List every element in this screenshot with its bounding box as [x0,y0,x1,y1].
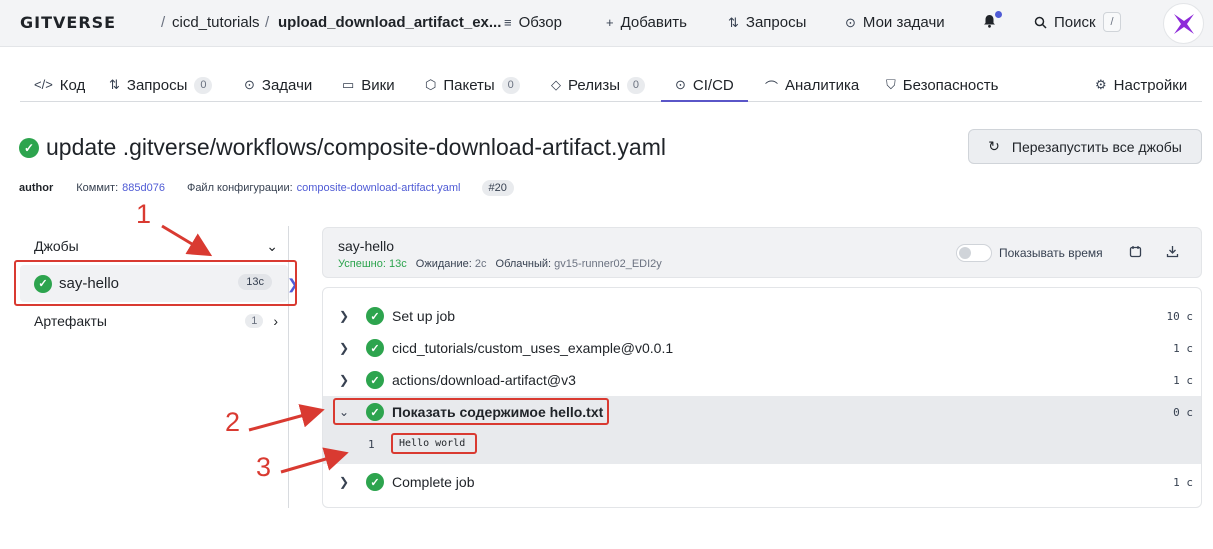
annotation-arrow-3 [280,447,349,474]
annotation-arrow-1 [161,224,213,257]
annotation-arrow-2 [248,404,325,432]
annotation-arrows [161,224,349,474]
